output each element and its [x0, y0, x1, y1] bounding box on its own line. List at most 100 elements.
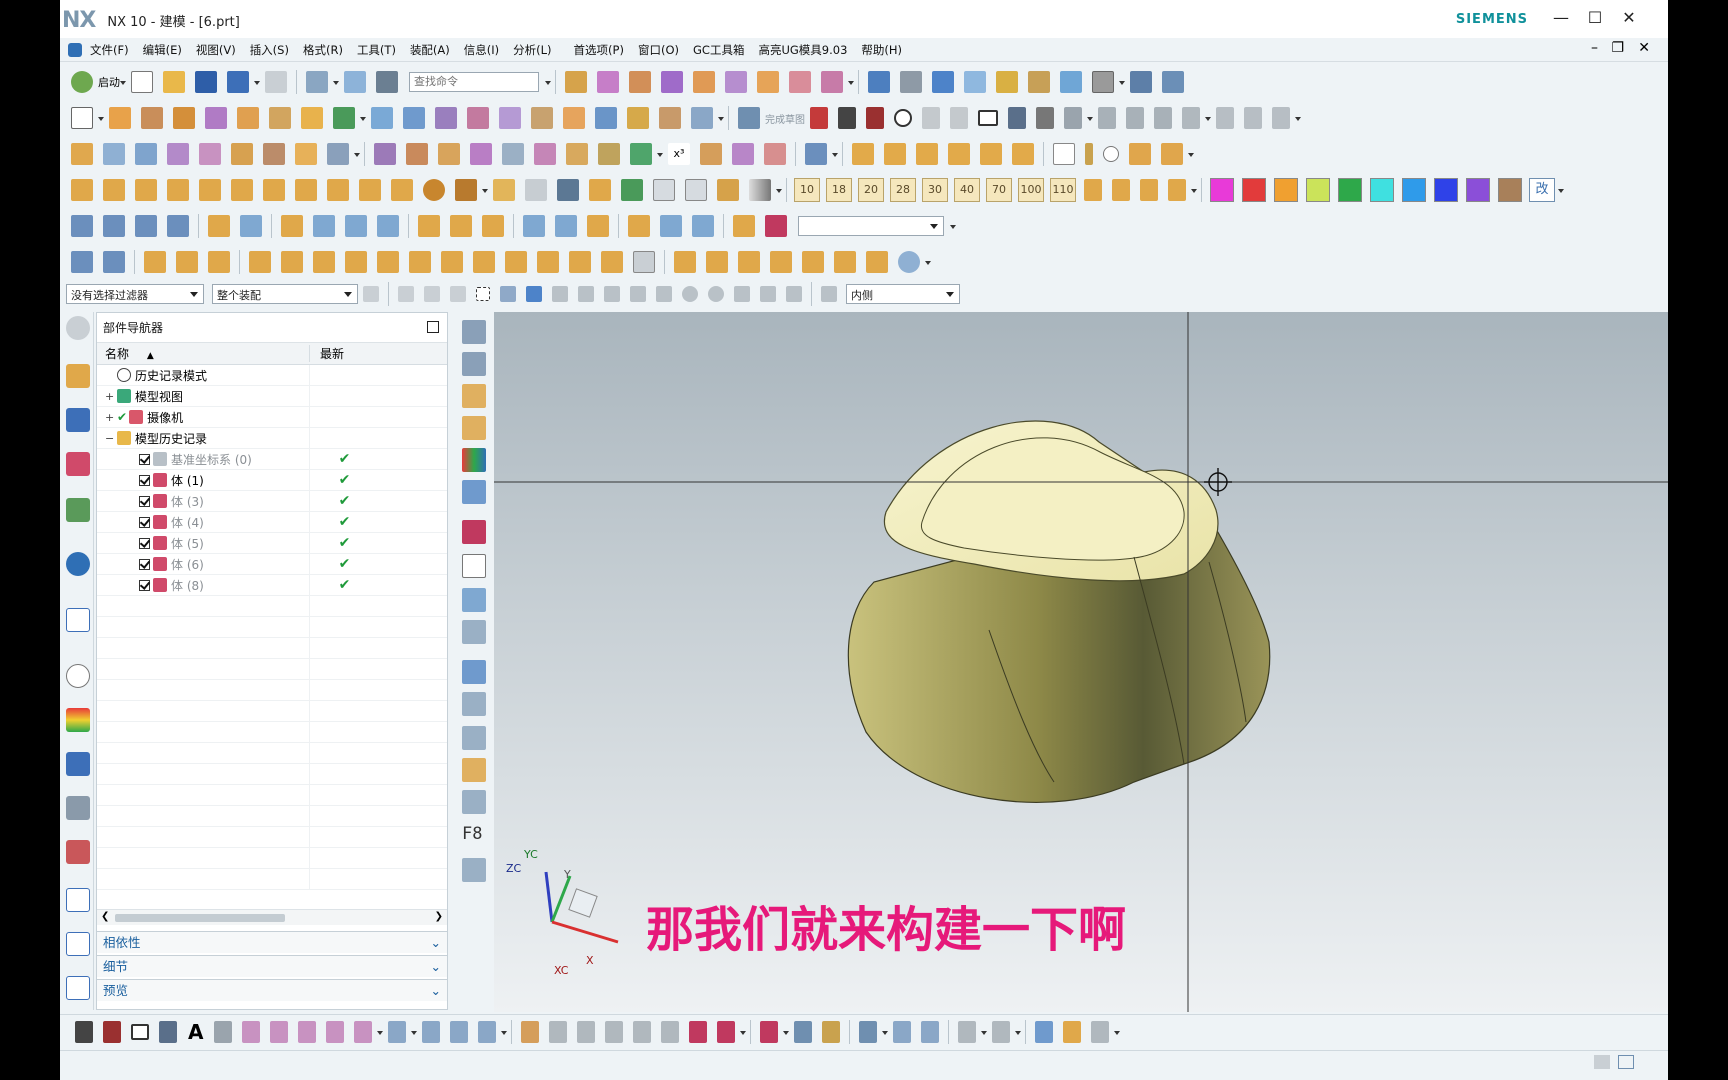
selection-scope-select[interactable]: 整个装配 — [212, 284, 358, 304]
visibility-checkbox[interactable] — [139, 495, 150, 507]
std-7-icon[interactable] — [281, 251, 303, 273]
shape-icon[interactable] — [462, 660, 486, 684]
box-split-icon[interactable] — [462, 588, 486, 612]
std-11-icon[interactable] — [409, 251, 431, 273]
edit-19-icon[interactable] — [733, 215, 755, 237]
visibility-checkbox[interactable] — [139, 516, 150, 528]
mold-tool-1-icon[interactable] — [852, 143, 874, 165]
b-trim-4-icon[interactable] — [605, 1020, 624, 1043]
replace-icon[interactable] — [621, 179, 643, 201]
command-finder-icon[interactable] — [376, 71, 398, 93]
std-5-icon[interactable] — [208, 251, 230, 273]
std-dropdown-icon[interactable] — [925, 251, 931, 273]
pin-icon[interactable] — [1129, 143, 1151, 165]
curve-dropdown-icon[interactable] — [1087, 107, 1093, 129]
std-26-icon[interactable] — [898, 251, 920, 273]
visibility-checkbox[interactable] — [139, 453, 150, 465]
tree-row[interactable]: − 模型历史记录 — [97, 427, 447, 449]
bounded-plane-icon[interactable] — [263, 143, 285, 165]
b-measure-2-icon[interactable] — [992, 1020, 1011, 1043]
part-3-icon[interactable] — [135, 179, 157, 201]
thread-icon[interactable] — [531, 107, 553, 129]
swept-icon[interactable] — [135, 143, 157, 165]
snap-8-icon[interactable] — [786, 286, 802, 302]
tree-row[interactable]: 体 (8) ✔ — [97, 574, 447, 596]
history-icon[interactable] — [66, 608, 90, 632]
std-13-icon[interactable] — [473, 251, 495, 273]
save-icon[interactable] — [195, 71, 217, 93]
save-part-icon[interactable] — [557, 179, 579, 201]
rect-select-icon[interactable] — [476, 287, 490, 301]
size-110-button[interactable]: 110 — [1050, 178, 1076, 202]
open-folder2-icon[interactable] — [525, 179, 547, 201]
panel-dependencies[interactable]: 相依性 ⌄ — [97, 931, 447, 953]
color-swatch-purple[interactable] — [1466, 178, 1490, 202]
circle-icon[interactable] — [894, 109, 912, 127]
start-icon[interactable] — [71, 71, 93, 93]
sew-icon[interactable] — [661, 71, 683, 93]
b-curve-5-icon[interactable] — [354, 1020, 373, 1043]
snap-6-icon[interactable] — [734, 286, 750, 302]
command-search-input[interactable] — [409, 72, 539, 92]
tree-row[interactable]: 体 (1) ✔ — [97, 469, 447, 491]
tree-row[interactable]: 体 (4) ✔ — [97, 511, 447, 533]
new-file-icon[interactable] — [131, 71, 153, 93]
feature2-dropdown-icon[interactable] — [360, 107, 366, 129]
trim-body-icon[interactable] — [629, 71, 651, 93]
template-2-icon[interactable] — [66, 932, 90, 956]
edit-14-icon[interactable] — [523, 215, 545, 237]
edit-7-icon[interactable] — [281, 215, 303, 237]
blend-icon[interactable] — [563, 107, 585, 129]
edit-1-icon[interactable] — [71, 215, 93, 237]
sphere-icon[interactable] — [467, 107, 489, 129]
chamfer-sketch-icon[interactable] — [950, 107, 968, 129]
edit-5-icon[interactable] — [208, 215, 230, 237]
filter-2-icon[interactable] — [398, 286, 414, 302]
b-trim-1-icon[interactable] — [521, 1020, 540, 1043]
ellipse-icon[interactable] — [1064, 107, 1082, 129]
snap-3-icon[interactable] — [604, 286, 620, 302]
tree-row[interactable]: + ✔ 摄像机 — [97, 406, 447, 428]
color-swatch-magenta[interactable] — [1210, 178, 1234, 202]
extension-icon[interactable] — [295, 143, 317, 165]
std-16-icon[interactable] — [569, 251, 591, 273]
std-4-icon[interactable] — [176, 251, 198, 273]
brush-icon[interactable] — [462, 480, 486, 504]
background-dropdown-icon[interactable] — [1119, 71, 1125, 93]
scroll-right-icon[interactable]: ❯ — [435, 911, 443, 922]
auto-constrain-icon[interactable] — [1272, 107, 1290, 129]
edit-3-icon[interactable] — [135, 215, 157, 237]
palette-dropdown-icon[interactable] — [1558, 179, 1564, 201]
draft-icon[interactable] — [659, 107, 681, 129]
b-analysis-2-icon[interactable] — [893, 1020, 912, 1043]
camera-snap2-icon[interactable] — [685, 179, 707, 201]
std-1-icon[interactable] — [71, 251, 93, 273]
clock-history-icon[interactable] — [66, 664, 90, 688]
rail-icon[interactable] — [1140, 179, 1158, 201]
edit-10-icon[interactable] — [377, 215, 399, 237]
std-23-icon[interactable] — [802, 251, 824, 273]
edit-section-icon[interactable] — [996, 71, 1018, 93]
gear-icon[interactable] — [423, 179, 445, 201]
b-edit-1-icon[interactable] — [388, 1020, 407, 1043]
color-swatch-red[interactable] — [1242, 178, 1266, 202]
filter-1-icon[interactable] — [363, 286, 379, 302]
mold-tool-5-icon[interactable] — [980, 143, 1002, 165]
constraint-icon[interactable] — [1244, 107, 1262, 129]
patch-icon[interactable] — [725, 71, 747, 93]
box-iso-icon[interactable] — [462, 384, 486, 408]
delete-face-icon[interactable] — [821, 71, 843, 93]
render-style-icon[interactable] — [900, 71, 922, 93]
chevron-down-icon[interactable]: ⌄ — [431, 932, 441, 954]
reuse-library-icon[interactable] — [66, 498, 90, 522]
snap-view-icon[interactable] — [1162, 71, 1184, 93]
color-swatch-green[interactable] — [1338, 178, 1362, 202]
inside-option-select[interactable]: 内侧 — [846, 284, 960, 304]
std-6-icon[interactable] — [249, 251, 271, 273]
b-curve-2-icon[interactable] — [270, 1020, 289, 1043]
surface-analysis-icon[interactable] — [732, 143, 754, 165]
chevron-down-icon[interactable]: ⌄ — [431, 980, 441, 1002]
menu-view[interactable]: 视图(V) — [196, 42, 236, 58]
b-trim-3-icon[interactable] — [577, 1020, 596, 1043]
std-12-icon[interactable] — [441, 251, 463, 273]
